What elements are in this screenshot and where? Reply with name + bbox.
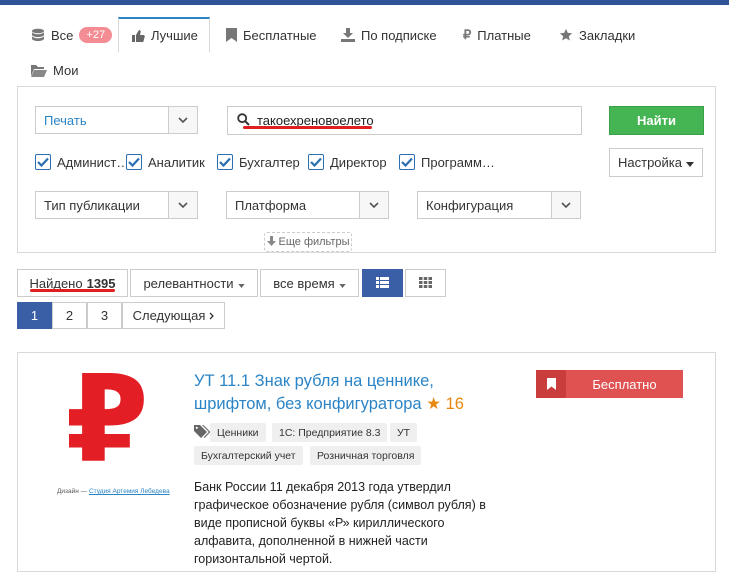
chevron-right-icon xyxy=(209,308,215,323)
tag-item[interactable]: Бухгалтерский учет xyxy=(194,446,303,465)
next-page-button[interactable]: Следующая xyxy=(122,302,225,329)
arrow-down-icon xyxy=(266,235,276,249)
page-1-button[interactable]: 1 xyxy=(17,302,52,329)
search-highlight-underline xyxy=(243,126,372,129)
checkbox-programmer-label: Программ… xyxy=(421,154,495,170)
tab-all-badge: +27 xyxy=(79,27,113,43)
bookmark-icon xyxy=(226,28,237,42)
star-icon: ★ xyxy=(426,395,441,413)
tab-free[interactable]: Бесплатные xyxy=(226,17,317,53)
checkbox-admin[interactable]: Админист… xyxy=(35,154,129,170)
tab-best[interactable]: Лучшие xyxy=(118,17,210,53)
tab-bookmarks[interactable]: Закладки xyxy=(559,17,635,53)
checkbox-analyst-label: Аналитик xyxy=(148,154,205,170)
free-download-label: Бесплатно xyxy=(592,376,657,392)
checkmark-icon xyxy=(308,154,324,170)
tab-paid[interactable]: ₽ Платные xyxy=(463,17,531,53)
result-description: Банк России 11 декабря 2013 года утверди… xyxy=(194,480,486,566)
thumbnail-caption: Дизайн — Студия Артемия Лебедева xyxy=(57,488,170,495)
list-view-button[interactable] xyxy=(362,269,403,297)
publication-type-select[interactable]: Тип публикации xyxy=(35,191,198,219)
thumbnail-caption-prefix: Дизайн — xyxy=(57,488,88,495)
thumbs-up-icon xyxy=(131,29,145,43)
tag-item[interactable]: Розничная торговля xyxy=(310,446,422,465)
list-view-icon xyxy=(376,276,389,291)
result-title-block: УТ 11.1 Знак рубля на ценнике, шрифтом, … xyxy=(194,370,484,416)
chevron-down-icon xyxy=(359,192,388,218)
chevron-down-icon xyxy=(551,192,580,218)
checkbox-programmer[interactable]: Программ… xyxy=(399,154,495,170)
chevron-down-icon xyxy=(168,107,197,133)
checkmark-icon xyxy=(126,154,142,170)
found-count-highlight-underline xyxy=(30,289,115,292)
search-input[interactable]: такоехреновоелето xyxy=(227,106,582,135)
sort-dropdown-label: релевантности xyxy=(143,275,234,291)
caret-down-icon xyxy=(237,276,245,291)
result-rating: ★ 16 xyxy=(426,395,464,413)
tab-bookmarks-label: Закладки xyxy=(579,27,636,43)
result-rating-value: 16 xyxy=(445,395,464,413)
top-accent-bar xyxy=(0,0,729,5)
grid-view-button[interactable] xyxy=(405,269,446,297)
chevron-down-icon xyxy=(168,192,197,218)
thumbnail-caption-link[interactable]: Студия Артемия Лебедева xyxy=(89,488,170,495)
period-dropdown-label: все время xyxy=(273,275,335,291)
checkbox-accountant[interactable]: Бухгалтер xyxy=(217,154,300,170)
configuration-select[interactable]: Конфигурация xyxy=(417,191,581,219)
checkbox-analyst[interactable]: Аналитик xyxy=(126,154,205,170)
sort-dropdown[interactable]: релевантности xyxy=(130,269,258,297)
tab-mine-label: Мои xyxy=(53,62,79,78)
checkbox-admin-label: Админист… xyxy=(57,154,130,170)
more-filters-button[interactable]: Еще фильтры xyxy=(264,232,352,252)
download-icon xyxy=(341,28,355,42)
period-dropdown[interactable]: все время xyxy=(260,269,359,297)
platform-select-value: Платформа xyxy=(235,197,307,213)
next-page-label: Следующая xyxy=(132,308,206,323)
checkbox-director-label: Директор xyxy=(330,154,387,170)
checkbox-accountant-label: Бухгалтер xyxy=(239,154,300,170)
tab-subscription[interactable]: По подписке xyxy=(341,17,437,53)
ruble-icon: ₽ xyxy=(463,27,472,42)
tab-subscription-label: По подписке xyxy=(361,27,437,43)
tab-mine[interactable]: Мои xyxy=(31,52,78,88)
result-thumbnail[interactable]: ₽ xyxy=(48,351,166,495)
result-title-link[interactable]: УТ 11.1 Знак рубля на ценнике, шрифтом, … xyxy=(194,372,434,413)
tab-best-label: Лучшие xyxy=(151,28,198,43)
publication-type-value: Тип публикации xyxy=(44,197,140,213)
tab-all-label: Все xyxy=(51,27,74,43)
tab-paid-label: Платные xyxy=(477,27,531,43)
tag-item[interactable]: УТ xyxy=(390,423,418,442)
category-select-value: Печать xyxy=(44,112,87,128)
star-icon xyxy=(559,28,573,42)
database-icon xyxy=(31,28,45,42)
settings-button[interactable]: Настройка xyxy=(609,148,703,177)
configuration-select-value: Конфигурация xyxy=(426,197,514,213)
free-download-button[interactable]: Бесплатно xyxy=(536,370,683,398)
tags-icon xyxy=(194,425,211,441)
grid-view-icon xyxy=(419,276,432,291)
page-2-button[interactable]: 2 xyxy=(52,302,87,329)
checkmark-icon xyxy=(399,154,415,170)
category-select[interactable]: Печать xyxy=(35,106,198,134)
checkmark-icon xyxy=(35,154,51,170)
find-button[interactable]: Найти xyxy=(609,106,704,135)
tag-item[interactable]: Ценники xyxy=(210,423,266,442)
ruble-logo-symbol: ₽ xyxy=(65,351,149,490)
settings-button-label: Настройка xyxy=(618,155,682,170)
caret-down-icon xyxy=(686,155,694,170)
bookmark-icon xyxy=(536,370,566,398)
found-count-box: Найдено 1395 xyxy=(17,269,128,297)
platform-select[interactable]: Платформа xyxy=(226,191,389,219)
tab-all[interactable]: Все +27 xyxy=(31,17,113,53)
caret-down-icon xyxy=(339,276,346,291)
tab-free-label: Бесплатные xyxy=(243,27,317,43)
more-filters-label: Еще фильтры xyxy=(278,236,350,248)
page-3-button[interactable]: 3 xyxy=(87,302,122,329)
folder-open-icon xyxy=(31,64,47,77)
checkmark-icon xyxy=(217,154,233,170)
tag-item[interactable]: 1С: Предприятие 8.3 xyxy=(272,423,388,442)
checkbox-director[interactable]: Директор xyxy=(308,154,387,170)
